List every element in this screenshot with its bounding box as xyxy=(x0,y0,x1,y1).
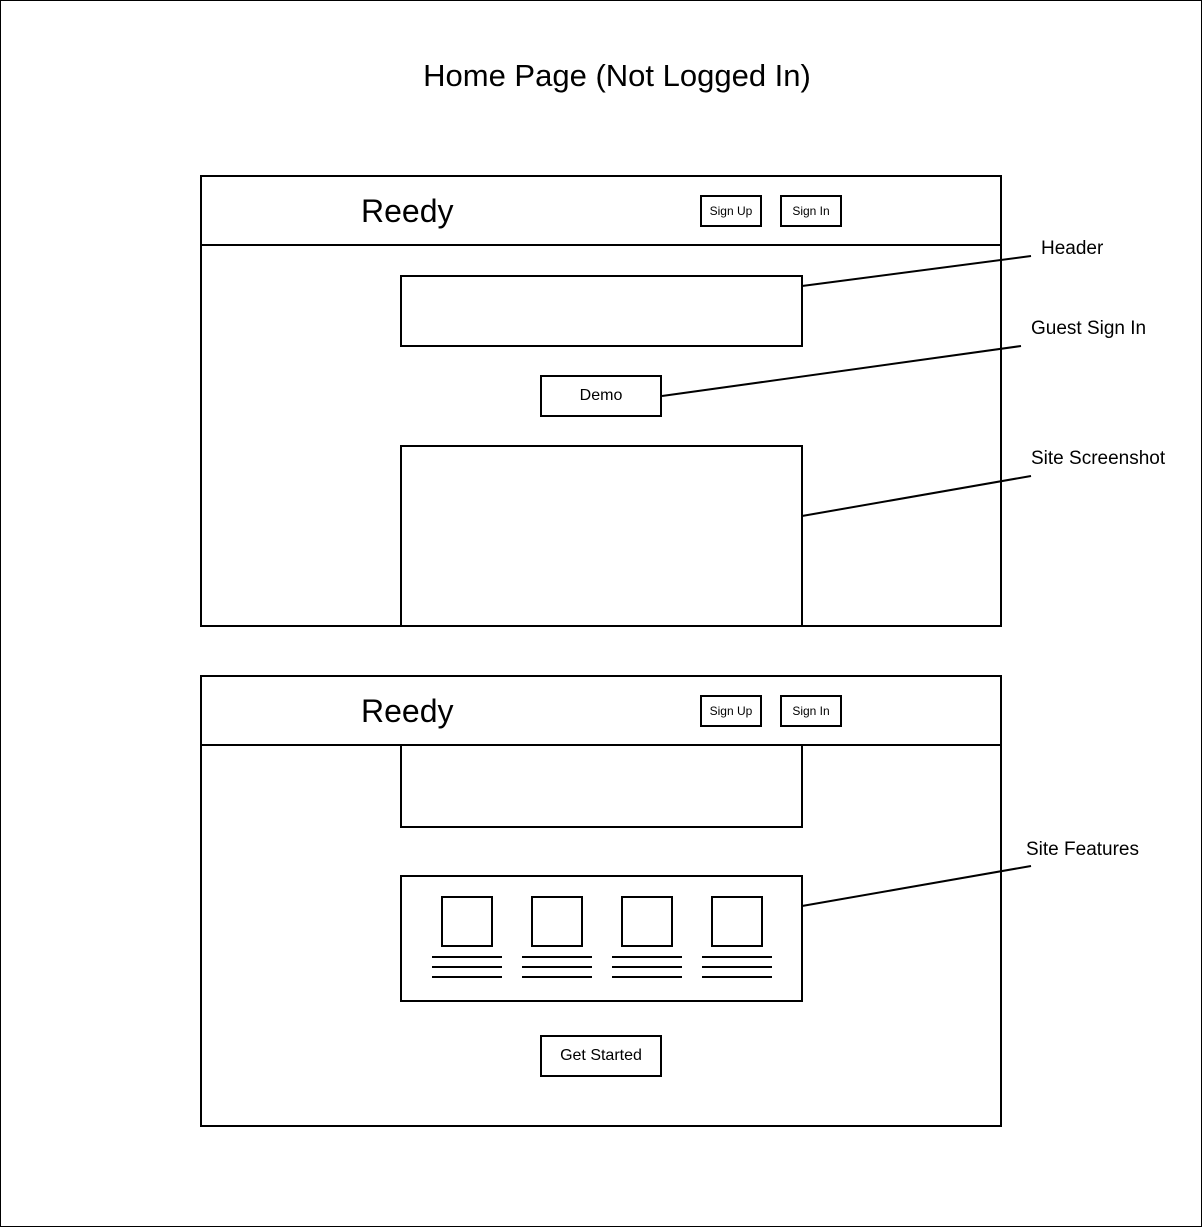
callout-header-label: Header xyxy=(1041,238,1104,259)
callout-site-features-label: Site Features xyxy=(1026,839,1139,860)
callout-guest-sign-in-label: Guest Sign In xyxy=(1031,318,1147,339)
header-leader-line xyxy=(801,255,1032,287)
guest-sign-in-leader-line xyxy=(661,345,1022,397)
callout-leader-lines xyxy=(661,255,1032,907)
site-features-leader-line xyxy=(801,865,1032,907)
callout-site-screenshot-label: Site Screenshot xyxy=(1031,448,1166,469)
diagram-canvas: Home Page (Not Logged In) Reedy Sign Up … xyxy=(0,0,1202,1227)
site-screenshot-leader-line xyxy=(801,475,1032,517)
